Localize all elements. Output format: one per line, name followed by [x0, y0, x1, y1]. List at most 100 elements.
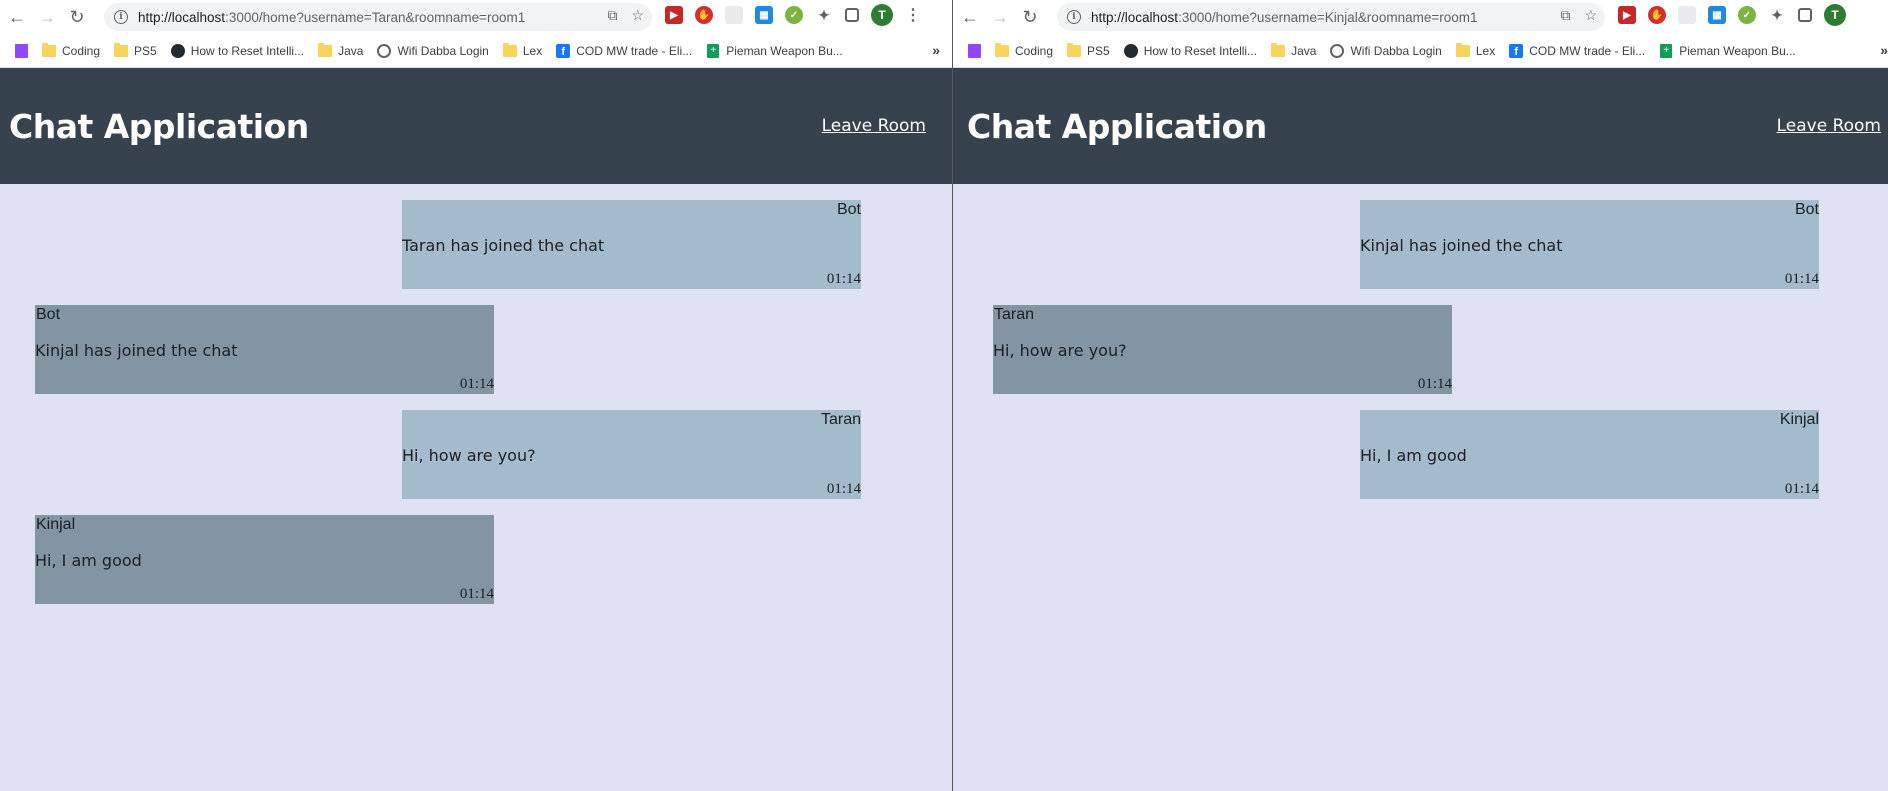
extension-green-icon[interactable]: ✓ [1738, 6, 1756, 24]
bookmark-label: PS5 [134, 43, 157, 58]
url-path: :3000/home?username=Kinjal&roomname=room… [1178, 9, 1478, 25]
url-text[interactable]: http://localhost:3000/home?username=Kinj… [1091, 10, 1478, 25]
message-text: Taran has joined the chat [402, 236, 605, 255]
bookmark-label: COD MW trade - Eli... [1529, 43, 1646, 58]
puzzle-icon[interactable]: ✦ [1768, 6, 1786, 24]
windows-icon[interactable]: ▦ [1708, 6, 1726, 24]
bookmark-twitch[interactable] [8, 38, 34, 64]
bookmark-coding[interactable]: Coding [36, 38, 106, 64]
extension-red-icon[interactable]: ▶ [665, 6, 683, 24]
extensions-bar: ▶ ✋ ▦ ✓ ✦ T [1618, 4, 1846, 26]
omnibox-actions: ⧉ ☆ [1560, 7, 1597, 24]
more-bookmarks-icon[interactable]: » [932, 42, 940, 58]
reload-button[interactable]: ↻ [62, 2, 92, 32]
url-host: http://localhost [138, 9, 226, 25]
browser-window-kinjal: ← → ↻ i http://localhost:3000/home?usern… [953, 0, 1888, 791]
bookmark-wifi[interactable]: Wifi Dabba Login [371, 38, 494, 64]
adblock-icon[interactable]: ✋ [1648, 6, 1666, 24]
extension-green-icon[interactable]: ✓ [785, 6, 803, 24]
message-time: 01:14 [1417, 376, 1452, 392]
bookmark-ps5[interactable]: PS5 [1061, 38, 1116, 64]
side-panel-icon[interactable] [845, 8, 859, 22]
adblock-icon[interactable]: ✋ [695, 6, 713, 24]
url-host: http://localhost [1091, 9, 1179, 25]
back-button[interactable]: ← [955, 2, 985, 32]
bookmark-label: Coding [62, 43, 101, 58]
app-header: Chat Application Leave Room [953, 68, 1888, 184]
bookmark-label: Lex [1475, 43, 1496, 58]
extension-blank-icon[interactable] [725, 6, 743, 24]
message-text: Kinjal has joined the chat [1360, 236, 1563, 255]
bookmark-intellij[interactable]: How to Reset Intelli... [1118, 38, 1263, 64]
bookmark-pieman[interactable]: + Pieman Weapon Bu... [700, 38, 849, 64]
windows-icon[interactable]: ▦ [755, 6, 773, 24]
bookmark-star-icon[interactable]: ☆ [1584, 7, 1597, 24]
message-list: Bot Kinjal has joined the chat 01:14 Tar… [953, 184, 1888, 727]
bookmark-java[interactable]: Java [312, 38, 369, 64]
globe-icon [377, 43, 392, 58]
bookmark-java[interactable]: Java [1265, 38, 1322, 64]
message-list: Bot Taran has joined the chat 01:14 Bot … [0, 184, 952, 727]
bookmark-label: Wifi Dabba Login [1350, 43, 1442, 58]
folder-icon [1067, 42, 1082, 58]
extension-red-icon[interactable]: ▶ [1618, 6, 1636, 24]
message-sender: Kinjal [36, 516, 76, 533]
message-text: Hi, I am good [35, 551, 142, 570]
message-time: 01:14 [459, 376, 494, 392]
folder-icon [42, 42, 56, 58]
message-sender: Taran [820, 411, 861, 428]
bookmark-label: COD MW trade - Eli... [576, 43, 693, 58]
reload-button[interactable]: ↻ [1015, 2, 1045, 32]
bookmark-coding[interactable]: Coding [989, 38, 1059, 64]
message-bubble: Kinjal Hi, I am good 01:14 [1360, 410, 1819, 499]
leave-room-link[interactable]: Leave Room [822, 116, 926, 136]
address-bar[interactable]: i http://localhost:3000/home?username=Ta… [104, 3, 652, 31]
url-text[interactable]: http://localhost:3000/home?username=Tara… [138, 10, 525, 25]
folder-icon [995, 42, 1009, 58]
bookmark-wifi[interactable]: Wifi Dabba Login [1324, 38, 1447, 64]
back-button[interactable]: ← [2, 2, 32, 32]
bookmark-cod[interactable]: f COD MW trade - Eli... [1503, 38, 1651, 64]
app-title: Chat Application [967, 106, 1267, 146]
menu-kebab-icon[interactable]: ⋮ [905, 5, 921, 25]
bookmark-intellij[interactable]: How to Reset Intelli... [165, 38, 310, 64]
bookmark-label: PS5 [1087, 43, 1110, 58]
folder-icon [318, 42, 333, 58]
avatar[interactable]: T [1824, 4, 1846, 26]
share-icon[interactable]: ⧉ [1560, 7, 1570, 24]
message-text: Hi, I am good [1360, 446, 1467, 465]
bookmark-label: Wifi Dabba Login [397, 43, 489, 58]
share-icon[interactable]: ⧉ [607, 7, 617, 24]
extension-blank-icon[interactable] [1678, 6, 1696, 24]
bookmark-ps5[interactable]: PS5 [108, 38, 163, 64]
bookmark-cod[interactable]: f COD MW trade - Eli... [550, 38, 698, 64]
bookmark-lex[interactable]: Lex [497, 38, 548, 64]
message-bubble: Taran Hi, how are you? 01:14 [402, 410, 861, 499]
bookmark-pieman[interactable]: + Pieman Weapon Bu... [1653, 38, 1802, 64]
message-text: Hi, how are you? [402, 446, 536, 465]
message-time: 01:14 [1784, 271, 1819, 287]
message-bubble: Bot Taran has joined the chat 01:14 [402, 200, 861, 289]
bookmark-label: Java [1291, 43, 1317, 58]
forward-button[interactable]: → [32, 2, 62, 32]
leave-room-link[interactable]: Leave Room [1777, 116, 1881, 136]
forward-button[interactable]: → [985, 2, 1015, 32]
side-panel-icon[interactable] [1798, 8, 1812, 22]
bookmark-star-icon[interactable]: ☆ [631, 7, 644, 24]
message-time: 01:14 [826, 271, 861, 287]
twitch-icon [14, 43, 28, 58]
puzzle-icon[interactable]: ✦ [815, 6, 833, 24]
bookmark-lex[interactable]: Lex [1450, 38, 1501, 64]
url-path: :3000/home?username=Taran&roomname=room1 [225, 9, 526, 25]
bookmark-label: Java [338, 43, 364, 58]
message-sender: Bot [1794, 201, 1819, 218]
site-info-icon[interactable]: i [114, 10, 128, 24]
avatar[interactable]: T [871, 4, 893, 26]
address-bar[interactable]: i http://localhost:3000/home?username=Ki… [1057, 3, 1605, 31]
message-time: 01:14 [459, 586, 494, 602]
site-info-icon[interactable]: i [1067, 10, 1081, 24]
more-bookmarks-icon[interactable]: » [1880, 42, 1888, 58]
bookmark-twitch[interactable] [961, 38, 987, 64]
message-time: 01:14 [826, 481, 861, 497]
message-text: Kinjal has joined the chat [35, 341, 238, 360]
